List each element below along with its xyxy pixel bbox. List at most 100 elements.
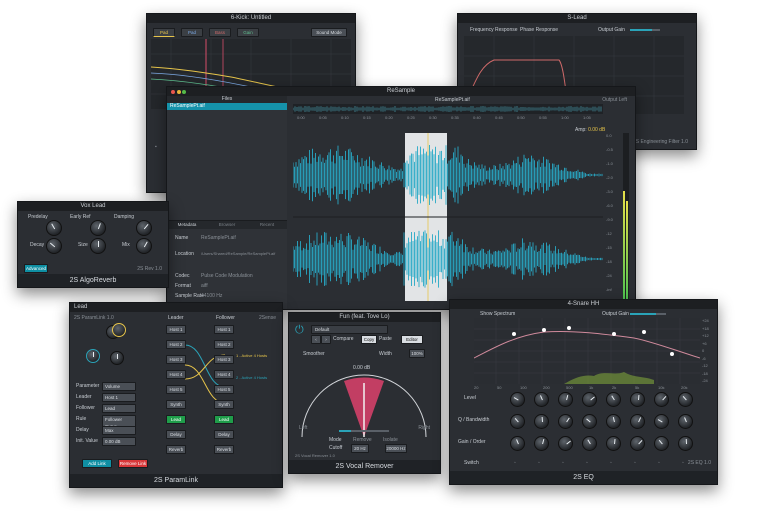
paramlink-knob-4[interactable]	[110, 351, 124, 365]
leader-item[interactable]: Reverb	[166, 445, 186, 454]
eq-band-knob[interactable]	[534, 414, 549, 429]
early-ref-knob[interactable]	[90, 220, 106, 236]
follower-item[interactable]: Host 1	[214, 325, 234, 334]
follower-item[interactable]: Lead	[214, 415, 234, 424]
preset-select[interactable]: Default	[311, 325, 388, 334]
eq-band-knob[interactable]	[510, 436, 525, 451]
eq-band-knob[interactable]	[630, 436, 645, 451]
close-icon[interactable]	[171, 90, 175, 94]
add-link-button[interactable]: Add Link	[82, 459, 112, 468]
remove-link-button[interactable]: Remove Link	[118, 459, 148, 468]
waveform-view[interactable]	[293, 133, 603, 301]
mode-remove[interactable]: Remove	[353, 437, 372, 443]
slead-gain-slider[interactable]	[630, 29, 660, 31]
eq-band-knob[interactable]	[582, 414, 597, 429]
eq-band-knob[interactable]	[558, 414, 573, 429]
paste-button[interactable]: Paste	[379, 336, 392, 342]
follower-item[interactable]: Host 3	[214, 355, 234, 364]
advanced-button[interactable]: Advanced	[24, 264, 48, 273]
paramlink-knob-2[interactable]	[112, 323, 126, 337]
eq-band-knob[interactable]	[654, 436, 669, 451]
eq-band-knob[interactable]	[510, 414, 525, 429]
band-switch-icon[interactable]: ◦	[586, 460, 588, 466]
mode-isolate[interactable]: Isolate	[383, 437, 398, 443]
follower-item[interactable]: Reverb	[214, 445, 234, 454]
eq-band-knob[interactable]	[654, 414, 669, 429]
band-switch-icon[interactable]: ◦	[682, 460, 684, 466]
band-switch-icon[interactable]: ◦	[610, 460, 612, 466]
next-preset-button[interactable]: ›	[321, 335, 331, 344]
band-switch-icon[interactable]: ◦	[562, 460, 564, 466]
eq-curve-plot[interactable]	[474, 318, 700, 384]
eq-band-knob[interactable]	[534, 436, 549, 451]
eq-band-knob[interactable]	[582, 392, 597, 407]
overview-strip[interactable]	[293, 104, 603, 114]
editor-button[interactable]: Editor	[401, 335, 423, 344]
band-switch-icon[interactable]: ◦	[514, 460, 516, 466]
kick-tab-1[interactable]: Pad	[153, 28, 175, 37]
size-knob[interactable]	[90, 238, 106, 254]
band-switch-icon[interactable]: ◦	[658, 460, 660, 466]
predelay-knob[interactable]	[46, 220, 62, 236]
follower-item[interactable]: Delay	[214, 430, 234, 439]
follower-item[interactable]: Host 5	[214, 385, 234, 394]
stereo-field-display[interactable]	[294, 359, 434, 439]
kick-reset-button[interactable]: Sound Mode	[311, 28, 347, 37]
info-tab-browser[interactable]: Browser	[207, 221, 247, 229]
setting-value[interactable]: Max	[102, 426, 136, 435]
setting-value[interactable]: Host 1	[102, 393, 136, 402]
compare-button[interactable]: Compare	[333, 336, 354, 342]
band-switch-icon[interactable]: ◦	[538, 460, 540, 466]
band-switch-icon[interactable]: ◦	[634, 460, 636, 466]
follower-item[interactable]: Host 4	[214, 370, 234, 379]
setting-value[interactable]: Lead	[102, 404, 136, 413]
leader-item[interactable]: Host 3	[166, 355, 186, 364]
info-tab-metadata[interactable]: Metadata	[167, 221, 207, 229]
mix-knob[interactable]	[136, 238, 152, 254]
eq-band-knob[interactable]	[654, 392, 669, 407]
eq-band-knob[interactable]	[558, 392, 573, 407]
damping-knob[interactable]	[136, 220, 152, 236]
kick-tab-2[interactable]: Pad	[181, 28, 203, 37]
eq-band-knob[interactable]	[558, 436, 573, 451]
file-row-selected[interactable]: ReSamplePt.aif	[167, 103, 287, 110]
balance-slider[interactable]	[339, 430, 389, 432]
leader-item[interactable]: Host 4	[166, 370, 186, 379]
decay-knob[interactable]	[46, 238, 62, 254]
leader-item[interactable]: Delay	[166, 430, 186, 439]
cutoff-low[interactable]: 20 Hz	[351, 444, 369, 453]
paramlink-knob-3[interactable]	[86, 349, 100, 363]
prev-preset-button[interactable]: ‹	[311, 335, 321, 344]
info-tab-recent[interactable]: Recent	[247, 221, 287, 229]
slead-tab-freq[interactable]: Frequency Response	[470, 27, 518, 33]
cutoff-high[interactable]: 20000 Hz	[385, 444, 407, 453]
leader-item[interactable]: Lead	[166, 415, 186, 424]
leader-item[interactable]: Host 2	[166, 340, 186, 349]
follower-item[interactable]: Synth	[214, 400, 234, 409]
eq-band-knob[interactable]	[606, 414, 621, 429]
setting-value[interactable]: 0.00 dB	[102, 437, 136, 446]
eq-band-knob[interactable]	[678, 414, 693, 429]
setting-value[interactable]: Volume	[102, 382, 136, 391]
eq-band-knob[interactable]	[630, 414, 645, 429]
eq-band-knob[interactable]	[630, 392, 645, 407]
eq-band-knob[interactable]	[534, 392, 549, 407]
eq-band-knob[interactable]	[678, 436, 693, 451]
show-spectrum-toggle[interactable]: Show Spectrum	[480, 311, 515, 317]
slead-tab-phase[interactable]: Phase Response	[520, 27, 558, 33]
eq-band-knob[interactable]	[606, 392, 621, 407]
eq-gain-slider[interactable]	[630, 313, 666, 315]
width-value[interactable]: 100%	[409, 349, 425, 358]
kick-tab-4[interactable]: Gain	[237, 28, 259, 37]
leader-item[interactable]: Synth	[166, 400, 186, 409]
files-tab[interactable]: Files	[167, 96, 287, 103]
eq-band-knob[interactable]	[606, 436, 621, 451]
kick-tab-3[interactable]: Bass	[209, 28, 231, 37]
eq-band-knob[interactable]	[510, 392, 525, 407]
leader-item[interactable]: Host 5	[166, 385, 186, 394]
eq-band-knob[interactable]	[582, 436, 597, 451]
follower-item[interactable]: Host 2	[214, 340, 234, 349]
copy-button[interactable]: Copy	[361, 335, 377, 344]
power-icon[interactable]: ⏻	[295, 325, 304, 336]
minimize-icon[interactable]	[176, 90, 181, 94]
